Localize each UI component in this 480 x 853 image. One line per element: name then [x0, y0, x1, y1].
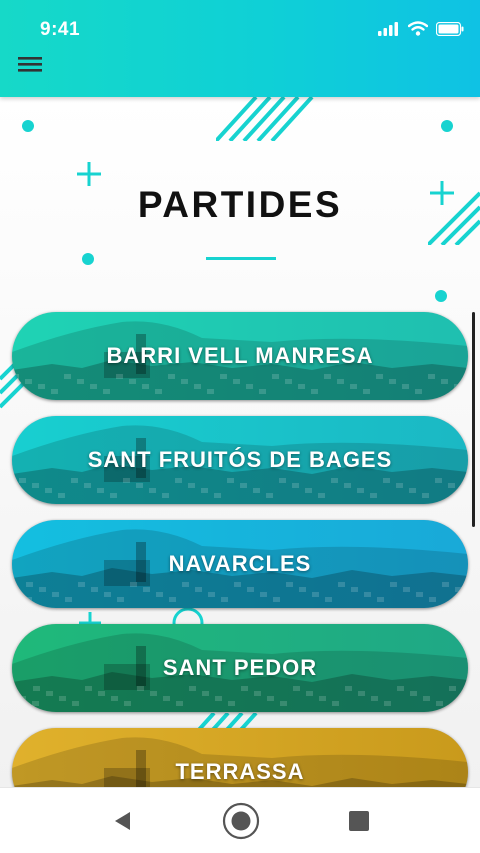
signal-icon [378, 21, 398, 36]
city-button[interactable]: SANT PEDOR [12, 624, 468, 712]
city-label: SANT FRUITÓS DE BAGES [87, 447, 393, 472]
bottom-navigation-bar [0, 787, 480, 853]
recents-icon[interactable] [348, 810, 370, 832]
city-label: SANT PEDOR [162, 655, 318, 680]
hamburger-menu-icon[interactable] [16, 52, 44, 76]
city-button[interactable]: TERRASSA [12, 728, 468, 787]
home-icon[interactable] [221, 801, 261, 841]
dot-decoration [22, 120, 34, 132]
status-time: 9:41 [40, 19, 81, 40]
wifi-icon [408, 21, 428, 36]
app-header: 9:41 [0, 0, 480, 97]
title-underline [206, 257, 276, 260]
stripes-decoration [216, 97, 314, 141]
dot-decoration [441, 120, 453, 132]
status-icons [378, 21, 464, 36]
city-button[interactable]: NAVARCLES [12, 520, 468, 608]
city-label: BARRI VELL MANRESA [106, 343, 374, 368]
dot-decoration [82, 253, 94, 265]
city-label: NAVARCLES [168, 551, 312, 576]
page-title: PARTIDES [137, 184, 343, 225]
dot-decoration [435, 290, 447, 302]
content-area: PARTIDES BARRI VELL MANRESA SANT FRUITÓS … [0, 97, 480, 787]
city-label: TERRASSA [175, 759, 305, 784]
scrollbar[interactable] [472, 312, 475, 527]
back-icon[interactable] [112, 810, 134, 832]
city-button[interactable]: BARRI VELL MANRESA [12, 312, 468, 400]
city-button[interactable]: SANT FRUITÓS DE BAGES [12, 416, 468, 504]
battery-icon [436, 21, 464, 36]
